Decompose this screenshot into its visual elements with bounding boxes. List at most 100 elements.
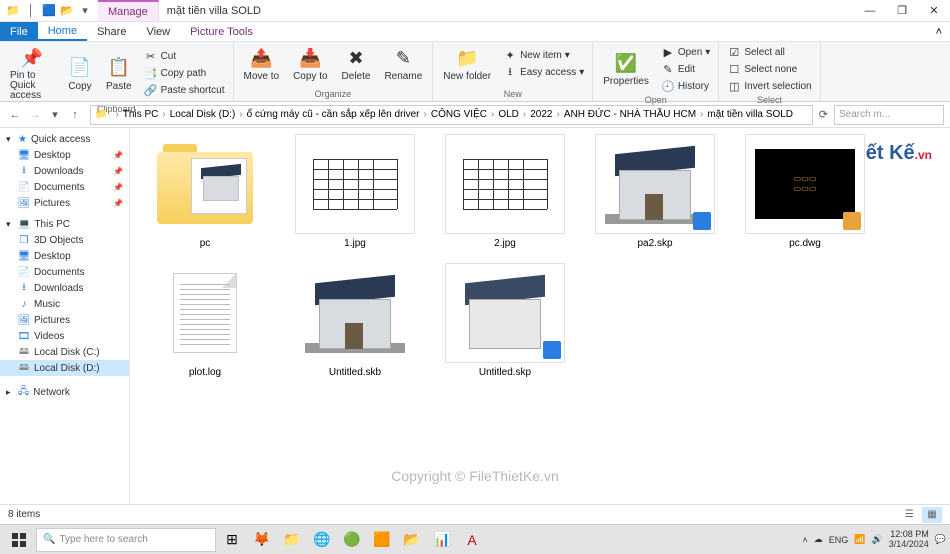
crumb[interactable]: 2022 bbox=[530, 109, 552, 120]
easy-access-button[interactable]: ⭳Easy access ▾ bbox=[501, 65, 586, 81]
task-view-button[interactable]: ⊞ bbox=[218, 527, 246, 553]
sidebar-item-local-disk-d[interactable]: 🖴Local Disk (D:) bbox=[0, 360, 129, 376]
taskbar-app-icon[interactable]: 🌐 bbox=[308, 527, 336, 553]
chevron-right-icon[interactable]: › bbox=[554, 109, 561, 120]
tab-view[interactable]: View bbox=[136, 22, 180, 41]
new-folder-icon[interactable]: 📂 bbox=[60, 4, 74, 18]
copy-path-button[interactable]: 📑Copy path bbox=[142, 66, 227, 82]
recent-dropdown-icon[interactable]: ▾ bbox=[46, 106, 64, 124]
file-item-text[interactable]: plot.log bbox=[140, 263, 270, 378]
taskbar-search[interactable]: 🔍 Type here to search bbox=[36, 528, 216, 552]
start-button[interactable] bbox=[4, 527, 34, 553]
sidebar-head-network[interactable]: ▸ 🖧 Network bbox=[0, 382, 129, 403]
crumb[interactable]: CÔNG VIỆC bbox=[431, 109, 487, 120]
pin-button[interactable]: 📌 Pin to Quick access bbox=[6, 44, 58, 103]
file-item-folder[interactable]: pc bbox=[140, 134, 270, 249]
move-to-button[interactable]: 📤Move to bbox=[240, 44, 284, 84]
thumbnails-view-button[interactable]: ▦ bbox=[922, 507, 942, 523]
new-item-button[interactable]: ✦New item ▾ bbox=[501, 48, 586, 64]
taskbar-app-icon[interactable]: 🦊 bbox=[248, 527, 276, 553]
copy-to-button[interactable]: 📥Copy to bbox=[289, 44, 331, 84]
chevron-right-icon[interactable]: ▸ bbox=[6, 387, 14, 398]
tab-share[interactable]: Share bbox=[87, 22, 136, 41]
invert-selection-button[interactable]: ◫Invert selection bbox=[725, 78, 813, 94]
forward-button[interactable]: → bbox=[26, 106, 44, 124]
wifi-icon[interactable]: 📶 bbox=[854, 534, 865, 545]
properties-icon[interactable]: 🟦 bbox=[42, 4, 56, 18]
crumb[interactable]: ANH ĐỨC - NHÀ THẦU HCM bbox=[564, 109, 696, 120]
edit-button[interactable]: ✎Edit bbox=[659, 61, 713, 77]
copy-button[interactable]: 📄 Copy bbox=[64, 54, 96, 94]
chevron-right-icon[interactable]: › bbox=[113, 109, 120, 120]
taskbar-app-icon[interactable]: 📁 bbox=[278, 527, 306, 553]
crumb[interactable]: mặt tiền villa SOLD bbox=[707, 109, 793, 120]
back-button[interactable]: ← bbox=[6, 106, 24, 124]
sidebar-item-desktop[interactable]: 🖥Desktop📌 bbox=[0, 147, 129, 163]
delete-button[interactable]: ✖Delete bbox=[338, 44, 375, 84]
crumb[interactable]: ổ cứng máy cũ - cần sắp xếp lên driver bbox=[247, 109, 420, 120]
open-button[interactable]: ▶Open ▾ bbox=[659, 44, 713, 60]
sidebar-head-quick-access[interactable]: ▾ ★ Quick access bbox=[0, 132, 129, 147]
sidebar-item-videos[interactable]: 🎞Videos bbox=[0, 328, 129, 344]
chevron-right-icon[interactable]: › bbox=[489, 109, 496, 120]
up-button[interactable]: ↑ bbox=[66, 106, 84, 124]
sidebar-item-3d-objects[interactable]: ❒3D Objects bbox=[0, 232, 129, 248]
chevron-right-icon[interactable]: › bbox=[698, 109, 705, 120]
history-button[interactable]: 🕘History bbox=[659, 78, 713, 94]
taskbar-app-icon[interactable]: 🟧 bbox=[368, 527, 396, 553]
cloud-icon[interactable]: ☁ bbox=[814, 534, 823, 545]
sidebar-head-this-pc[interactable]: ▾ 💻 This PC bbox=[0, 217, 129, 232]
sidebar-item-desktop[interactable]: 🖥Desktop bbox=[0, 248, 129, 264]
file-item-image[interactable]: 2.jpg bbox=[440, 134, 570, 249]
taskbar-app-icon[interactable]: 📂 bbox=[398, 527, 426, 553]
file-item-skp[interactable]: Untitled.skp bbox=[440, 263, 570, 378]
ribbon-collapse-icon[interactable]: ˄ bbox=[928, 22, 950, 41]
sidebar-item-music[interactable]: ♪Music bbox=[0, 296, 129, 312]
sidebar-item-documents[interactable]: 📄Documents bbox=[0, 264, 129, 280]
crumb[interactable]: Local Disk (D:) bbox=[170, 109, 236, 120]
taskbar-clock[interactable]: 12:08 PM 3/14/2024 bbox=[889, 530, 929, 550]
file-item-dwg[interactable]: ▭▭▭▭▭▭ pc.dwg bbox=[740, 134, 870, 249]
maximize-button[interactable]: ❐ bbox=[886, 0, 918, 22]
file-item-skp[interactable]: pa2.skp bbox=[590, 134, 720, 249]
details-view-button[interactable]: ☰ bbox=[899, 507, 919, 523]
search-input[interactable]: Search m... bbox=[834, 105, 944, 125]
notifications-icon[interactable]: 💬 bbox=[935, 534, 946, 545]
crumb[interactable]: OLD bbox=[498, 109, 519, 120]
minimize-button[interactable]: — bbox=[854, 0, 886, 22]
rename-button[interactable]: ✎Rename bbox=[380, 44, 426, 84]
tab-picture-tools[interactable]: Picture Tools bbox=[180, 22, 263, 41]
tab-file[interactable]: File bbox=[0, 22, 38, 41]
taskbar-app-icon[interactable]: 📊 bbox=[428, 527, 456, 553]
chevron-right-icon[interactable]: › bbox=[160, 109, 167, 120]
file-item-skb[interactable]: Untitled.skb bbox=[290, 263, 420, 378]
language-indicator[interactable]: ENG bbox=[829, 535, 849, 545]
paste-button[interactable]: 📋 Paste bbox=[102, 54, 136, 94]
sidebar-item-documents[interactable]: 📄Documents📌 bbox=[0, 179, 129, 195]
taskbar-app-icon[interactable]: 🟢 bbox=[338, 527, 366, 553]
new-folder-button[interactable]: 📁New folder bbox=[439, 44, 495, 84]
crumb[interactable]: This PC bbox=[123, 109, 159, 120]
file-view[interactable]: FileThiết Kế.vn pc 1.jpg 2.jpg bbox=[130, 128, 950, 504]
properties-button[interactable]: ✅Properties bbox=[599, 49, 653, 89]
sidebar-item-downloads[interactable]: ⭳Downloads bbox=[0, 280, 129, 296]
chevron-right-icon[interactable]: › bbox=[237, 109, 244, 120]
sidebar-item-pictures[interactable]: 🖼Pictures📌 bbox=[0, 195, 129, 211]
chevron-right-icon[interactable]: › bbox=[521, 109, 528, 120]
volume-icon[interactable]: 🔊 bbox=[872, 534, 883, 545]
close-button[interactable]: ✕ bbox=[918, 0, 950, 22]
chevron-down-icon[interactable]: ▾ bbox=[6, 219, 14, 230]
cut-button[interactable]: ✂Cut bbox=[142, 49, 227, 65]
tray-chevron-icon[interactable]: ˄ bbox=[803, 535, 808, 545]
select-none-button[interactable]: ☐Select none bbox=[725, 61, 813, 77]
refresh-button[interactable]: ⟳ bbox=[819, 108, 828, 121]
sidebar-item-pictures[interactable]: 🖼Pictures bbox=[0, 312, 129, 328]
taskbar-app-icon[interactable]: A bbox=[458, 527, 486, 553]
breadcrumb[interactable]: 📁 › This PC› Local Disk (D:)› ổ cứng máy… bbox=[90, 105, 813, 125]
tab-home[interactable]: Home bbox=[38, 22, 87, 41]
chevron-right-icon[interactable]: › bbox=[422, 109, 429, 120]
sidebar-item-local-disk-c[interactable]: 🖴Local Disk (C:) bbox=[0, 344, 129, 360]
chevron-down-icon[interactable]: ▾ bbox=[6, 134, 14, 145]
file-item-image[interactable]: 1.jpg bbox=[290, 134, 420, 249]
select-all-button[interactable]: ☑Select all bbox=[725, 44, 813, 60]
